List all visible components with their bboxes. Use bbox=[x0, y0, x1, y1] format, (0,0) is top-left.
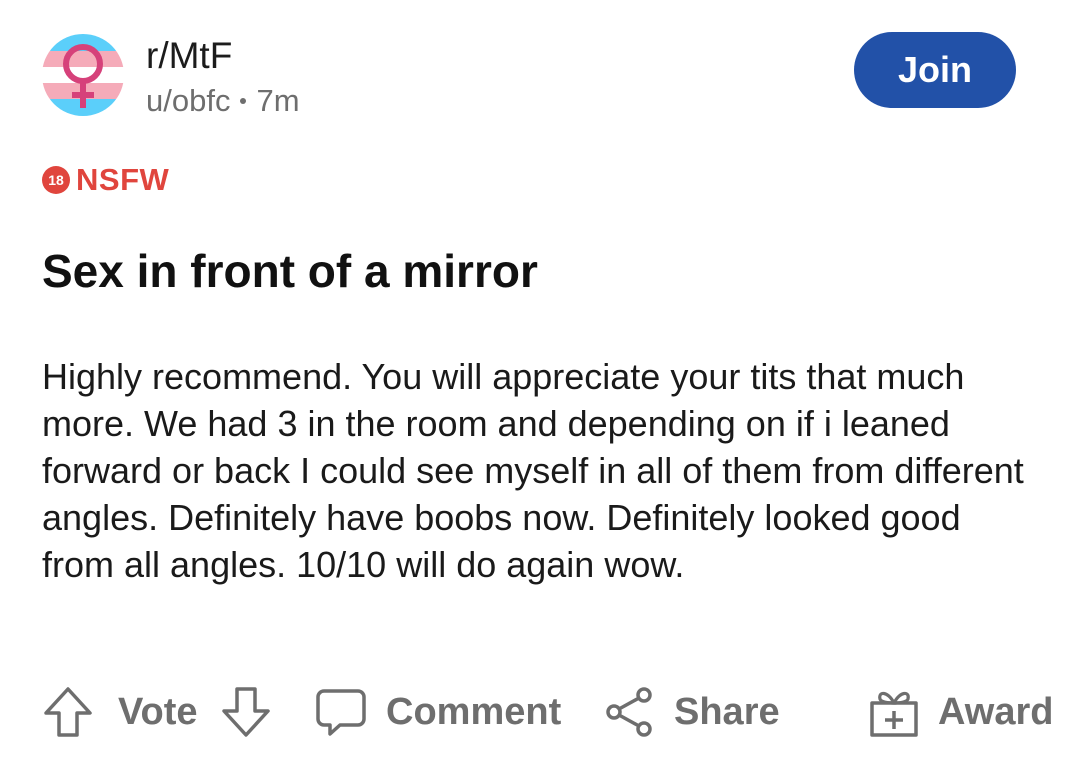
post-meta: u/obfc 7m bbox=[146, 82, 300, 120]
post-title: Sex in front of a mirror bbox=[42, 245, 538, 297]
community-name[interactable]: r/MtF bbox=[146, 34, 232, 78]
speech-bubble-icon bbox=[316, 689, 366, 736]
nsfw-label: NSFW bbox=[76, 162, 170, 197]
post-age: 7m bbox=[256, 83, 300, 118]
gift-box-icon bbox=[870, 691, 918, 737]
action-bar: Vote Comment Share Award bbox=[42, 680, 1053, 744]
arrow-down-icon bbox=[222, 687, 270, 737]
arrow-up-icon bbox=[44, 687, 92, 737]
award-label: Award bbox=[938, 690, 1054, 733]
vote-label: Vote bbox=[118, 690, 198, 733]
community-avatar[interactable] bbox=[42, 34, 124, 116]
trans-flag-venus-icon bbox=[42, 34, 124, 116]
award-button[interactable]: Award bbox=[868, 680, 1053, 744]
post-screen: r/MtF u/obfc 7m Join 18 NSFW Sex in front… bbox=[0, 0, 1080, 761]
downvote-button[interactable] bbox=[220, 680, 272, 744]
post-body: Highly recommend. You will appreciate yo… bbox=[42, 356, 1024, 585]
nsfw-18-icon: 18 bbox=[42, 166, 70, 194]
comment-button[interactable]: Comment bbox=[314, 680, 561, 744]
comment-label: Comment bbox=[386, 690, 562, 733]
post-header: r/MtF u/obfc 7m Join bbox=[42, 32, 1042, 124]
nsfw-tag: 18 NSFW bbox=[42, 161, 169, 199]
join-button[interactable]: Join bbox=[854, 32, 1016, 108]
share-nodes-icon bbox=[606, 687, 652, 737]
upvote-button[interactable] bbox=[42, 680, 94, 744]
separator-dot bbox=[240, 97, 247, 104]
share-label: Share bbox=[674, 690, 780, 733]
share-button[interactable]: Share bbox=[604, 680, 780, 744]
author-name[interactable]: u/obfc bbox=[146, 83, 230, 118]
